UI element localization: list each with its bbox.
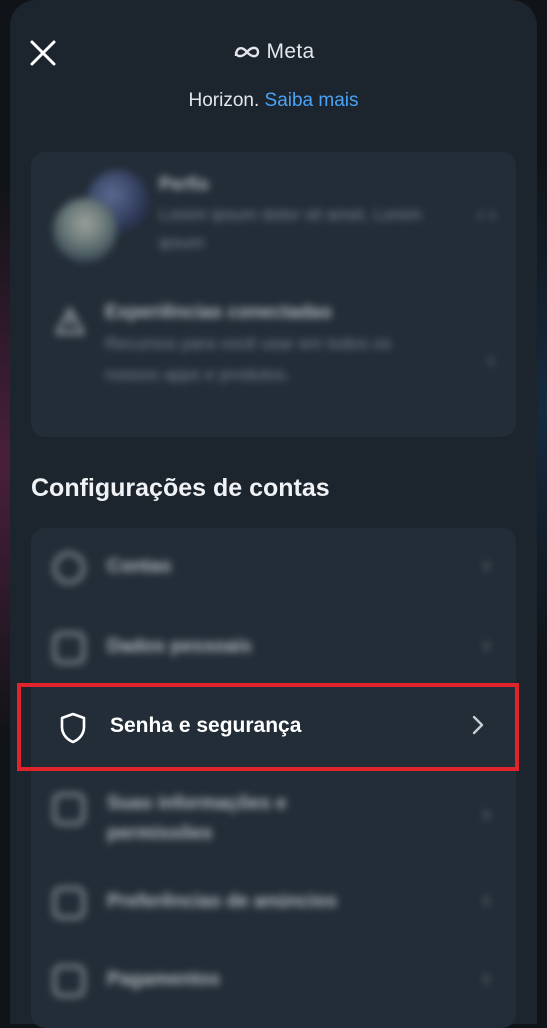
settings-item-label: Dados pessoais — [107, 636, 252, 657]
brand-name: Meta — [266, 40, 315, 63]
warning-icon — [55, 307, 85, 335]
connected-experiences-description: Recursos para você usar em todos os noss… — [105, 334, 392, 384]
chevron-right-icon: › — [482, 632, 490, 657]
credit-card-icon — [53, 965, 85, 997]
account-settings-card: Contas › Dados pessoais › Suas informaçõ… — [31, 528, 516, 1028]
accounts-icon — [53, 552, 85, 584]
settings-item-personal-details[interactable]: Dados pessoais › — [31, 608, 516, 688]
settings-item-info-permissions[interactable]: Suas informações e permissões › — [31, 773, 516, 863]
profiles-card: Perfis Lorem ipsum dolor sit amet, Lorem… — [31, 152, 516, 437]
chevron-right-icon: › — [482, 887, 490, 912]
meta-logo: Meta — [0, 40, 547, 64]
subtitle-text: Horizon. — [188, 90, 260, 111]
profiles-row[interactable]: Perfis Lorem ipsum dolor sit amet, Lorem… — [31, 152, 516, 277]
id-card-icon — [53, 632, 85, 664]
chevron-right-icon: › — [487, 350, 494, 372]
chevron-right-icon: › — [482, 552, 490, 577]
avatar — [53, 198, 117, 262]
meta-infinity-icon — [234, 46, 259, 58]
profiles-arrows: ‹ › — [477, 204, 496, 226]
settings-item-label: Suas informações e permissões — [107, 793, 287, 844]
highlight-box — [17, 683, 519, 771]
chevron-right-icon: › — [482, 801, 490, 826]
connected-experiences-row[interactable]: Experiências conectadas Recursos para vo… — [31, 292, 516, 432]
subtitle: Horizon. Saiba mais — [0, 90, 547, 112]
connected-experiences-title: Experiências conectadas — [105, 302, 333, 323]
chevron-right-icon: › — [482, 965, 490, 990]
settings-item-label: Contas — [107, 556, 172, 577]
settings-item-ad-preferences[interactable]: Preferências de anúncios › — [31, 863, 516, 943]
megaphone-icon — [53, 887, 85, 919]
document-icon — [53, 793, 85, 825]
settings-item-accounts[interactable]: Contas › — [31, 528, 516, 608]
section-title: Configurações de contas — [31, 474, 330, 502]
settings-item-label: Preferências de anúncios — [107, 891, 338, 912]
profiles-description: Lorem ipsum dolor sit amet, Lorem ipsum — [159, 205, 422, 252]
settings-item-label: Pagamentos — [107, 969, 220, 990]
settings-item-payments[interactable]: Pagamentos › — [31, 943, 516, 1023]
profiles-title: Perfis — [159, 174, 210, 194]
learn-more-link[interactable]: Saiba mais — [265, 90, 359, 111]
